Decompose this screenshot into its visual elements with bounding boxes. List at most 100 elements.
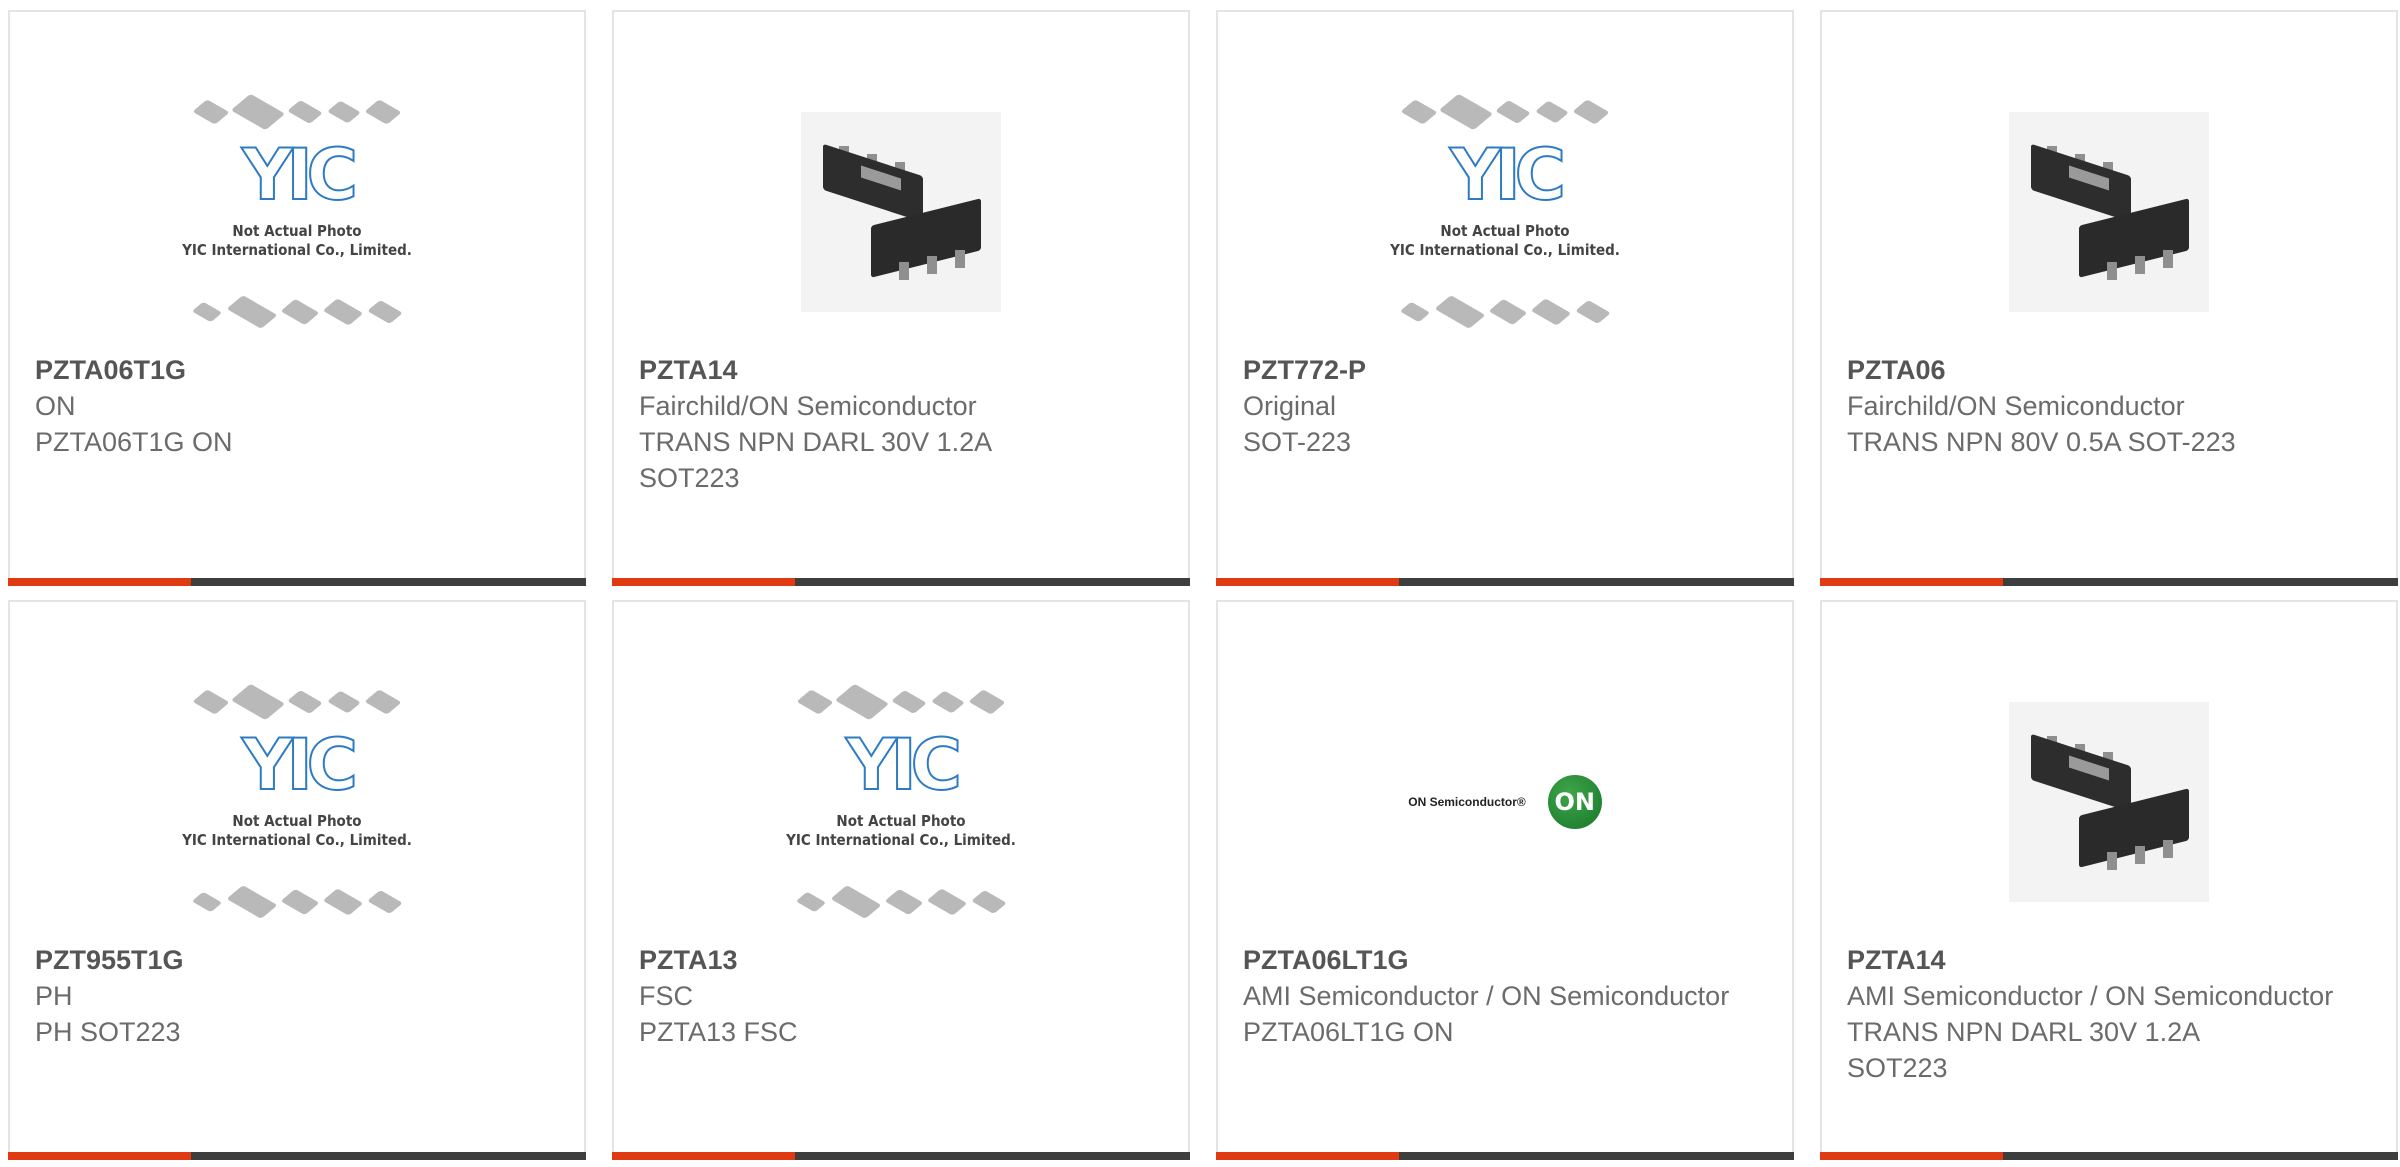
caption-line-2: YIC International Co., Limited. <box>1390 241 1620 259</box>
chip-icon <box>287 100 323 124</box>
manufacturer: Fairchild/ON Semiconductor <box>639 391 977 421</box>
on-logo-icon: ON <box>1547 775 1602 829</box>
card-accent-bar <box>8 578 191 586</box>
card-accent-bar <box>612 1152 795 1160</box>
product-info: PZTA06 Fairchild/ON Semiconductor TRANS NP… <box>1847 352 2356 460</box>
chip-icon <box>1495 100 1531 124</box>
card-accent-bar <box>1216 578 1399 586</box>
chip-icon <box>830 885 882 919</box>
part-number-link[interactable]: PZT955T1G <box>35 942 544 978</box>
part-number-link[interactable]: PZTA06LT1G <box>1243 942 1752 978</box>
caption-line-2: YIC International Co., Limited. <box>182 241 412 259</box>
chip-icon <box>280 298 320 326</box>
product-card[interactable]: PZTA14 Fairchild/ON Semiconductor TRANS NP… <box>612 10 1190 586</box>
product-image[interactable]: YIC Not Actual Photo YIC International Co.… <box>10 72 584 352</box>
caption-line-1: Not Actual Photo <box>232 222 362 240</box>
card-bottom-bar <box>8 1152 586 1160</box>
part-number-link[interactable]: PZTA13 <box>639 942 1148 978</box>
chip-icon <box>1572 99 1610 125</box>
chip-icon <box>226 885 278 919</box>
manufacturer: Fairchild/ON Semiconductor <box>1847 391 2185 421</box>
description: SOT223 <box>639 463 740 493</box>
chip-icon <box>884 888 924 916</box>
placeholder-caption: Not Actual Photo YIC International Co., L… <box>751 812 1051 850</box>
sot223-transistor-image <box>801 112 1001 312</box>
not-actual-photo-image: YIC Not Actual Photo YIC International Co.… <box>147 672 447 932</box>
part-number-link[interactable]: PZT772-P <box>1243 352 1752 388</box>
card-accent-bar <box>1216 1152 1399 1160</box>
product-card[interactable]: ON Semiconductor® ON PZTA06LT1G AMI Semicon… <box>1216 600 1794 1160</box>
placeholder-caption: Not Actual Photo YIC International Co., L… <box>147 222 447 260</box>
chip-icon <box>367 300 403 324</box>
product-info: PZTA14 AMI Semiconductor / ON Semiconduct… <box>1847 942 2356 1086</box>
product-image[interactable]: YIC Not Actual Photo YIC International Co.… <box>614 662 1188 942</box>
chip-icon <box>1438 93 1494 131</box>
description: PZTA06LT1G ON <box>1243 1017 1454 1047</box>
product-image[interactable] <box>1822 662 2396 942</box>
chip-icon <box>327 690 361 714</box>
product-card[interactable]: YIC Not Actual Photo YIC International Co.… <box>1216 10 1794 586</box>
product-card[interactable]: YIC Not Actual Photo YIC International Co.… <box>612 600 1190 1160</box>
description: TRANS NPN DARL 30V 1.2A <box>1847 1017 2201 1047</box>
chip-icon <box>834 683 890 721</box>
chip-icon <box>226 295 278 329</box>
card-accent-bar <box>612 578 795 586</box>
product-info: PZTA06LT1G AMI Semiconductor / ON Semicon… <box>1243 942 1752 1050</box>
product-image[interactable]: ON Semiconductor® ON <box>1218 662 1792 942</box>
manufacturer: PH <box>35 981 73 1011</box>
chip-icon <box>1434 295 1486 329</box>
caption-line-1: Not Actual Photo <box>836 812 966 830</box>
yic-logo: YIC <box>1449 134 1567 216</box>
placeholder-caption: Not Actual Photo YIC International Co., L… <box>1355 222 1655 260</box>
card-accent-bar <box>1820 578 2003 586</box>
chip-icon <box>230 93 286 131</box>
chip-icon <box>1488 298 1528 326</box>
product-info: PZTA06T1G ON PZTA06T1G ON <box>35 352 544 460</box>
chip-icon <box>192 689 230 715</box>
caption-line-1: Not Actual Photo <box>232 812 362 830</box>
product-card[interactable]: PZTA14 AMI Semiconductor / ON Semiconduct… <box>1820 600 2398 1160</box>
card-bottom-bar <box>1216 578 1794 586</box>
sot223-transistor-image <box>2009 702 2209 902</box>
part-number-link[interactable]: PZTA14 <box>639 352 1148 388</box>
chip-icon <box>931 690 965 714</box>
product-image[interactable] <box>1822 72 2396 352</box>
description: PH SOT223 <box>35 1017 181 1047</box>
chip-icon <box>322 888 364 916</box>
card-bottom-bar <box>8 578 586 586</box>
product-card[interactable]: YIC Not Actual Photo YIC International Co.… <box>8 10 586 586</box>
manufacturer: ON <box>35 391 76 421</box>
part-number-link[interactable]: PZTA14 <box>1847 942 2356 978</box>
product-image[interactable]: YIC Not Actual Photo YIC International Co.… <box>10 662 584 942</box>
part-number-link[interactable]: PZTA06T1G <box>35 352 544 388</box>
chip-icon <box>891 690 927 714</box>
chip-icon <box>364 689 402 715</box>
product-image[interactable]: YIC Not Actual Photo YIC International Co.… <box>1218 72 1792 352</box>
description: PZTA13 FSC <box>639 1017 798 1047</box>
product-image[interactable] <box>614 72 1188 352</box>
product-card[interactable]: PZTA06 Fairchild/ON Semiconductor TRANS NP… <box>1820 10 2398 586</box>
yic-logo: YIC <box>241 724 359 806</box>
chip-icon <box>968 689 1006 715</box>
chip-icon <box>795 891 827 913</box>
manufacturer: FSC <box>639 981 693 1011</box>
caption-line-2: YIC International Co., Limited. <box>786 831 1016 849</box>
yic-logo: YIC <box>845 724 963 806</box>
chip-icon <box>230 683 286 721</box>
manufacturer: AMI Semiconductor / ON Semiconductor <box>1847 981 2334 1011</box>
chip-icon <box>327 100 361 124</box>
chip-icon <box>1399 301 1431 323</box>
not-actual-photo-image: YIC Not Actual Photo YIC International Co.… <box>751 672 1051 932</box>
caption-line-2: YIC International Co., Limited. <box>182 831 412 849</box>
product-info: PZTA13 FSC PZTA13 FSC <box>639 942 1148 1050</box>
yic-logo: YIC <box>241 134 359 216</box>
chip-icon <box>364 99 402 125</box>
part-number-link[interactable]: PZTA06 <box>1847 352 2356 388</box>
product-card[interactable]: YIC Not Actual Photo YIC International Co.… <box>8 600 586 1160</box>
manufacturer: AMI Semiconductor / ON Semiconductor <box>1243 981 1730 1011</box>
card-accent-bar <box>8 1152 191 1160</box>
placeholder-caption: Not Actual Photo YIC International Co., L… <box>147 812 447 850</box>
not-actual-photo-image: YIC Not Actual Photo YIC International Co.… <box>147 82 447 342</box>
chip-icon <box>796 689 834 715</box>
card-accent-bar <box>1820 1152 2003 1160</box>
